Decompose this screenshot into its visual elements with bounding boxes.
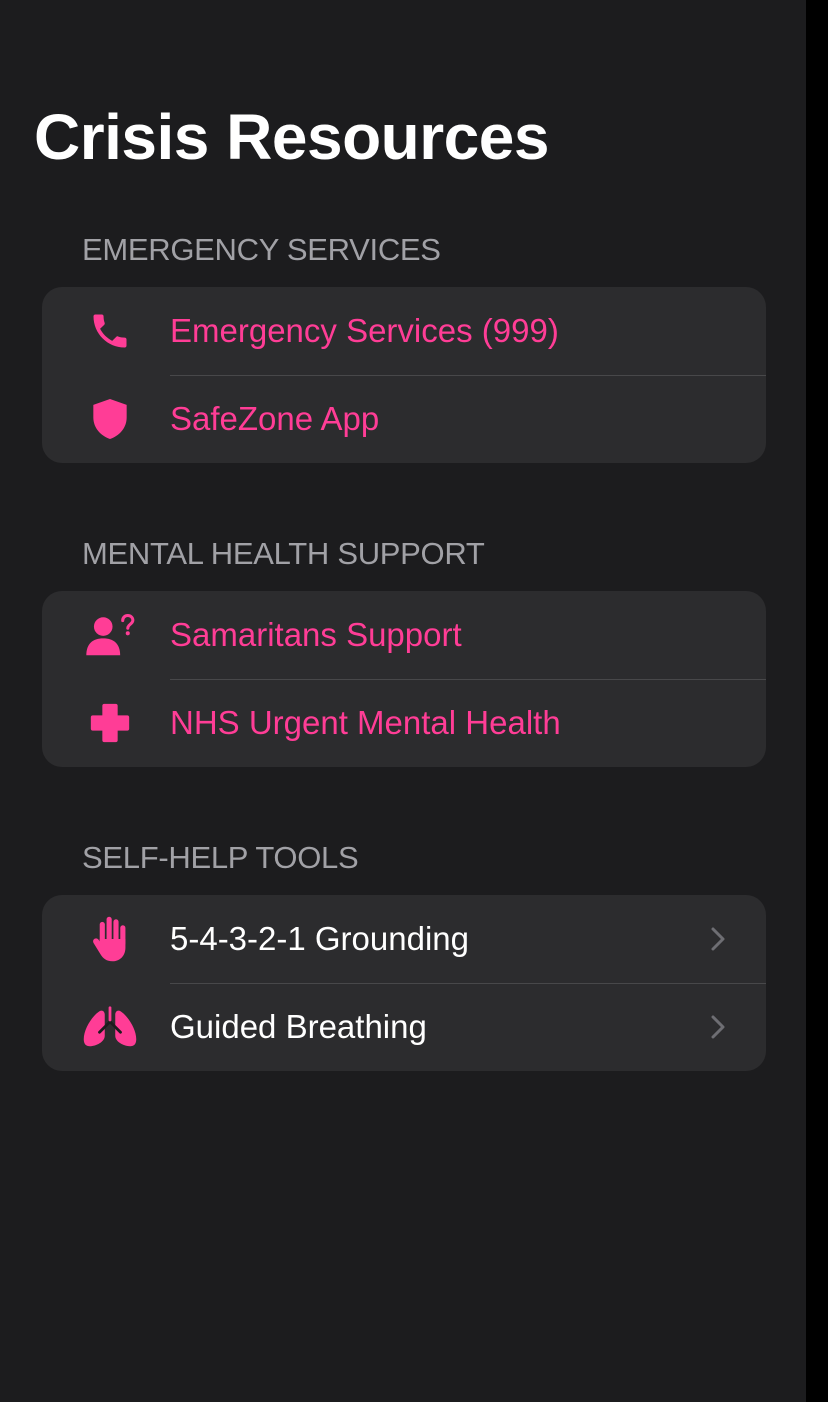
grounding-row[interactable]: 5-4-3-2-1 Grounding — [42, 895, 766, 983]
guided-breathing-label: Guided Breathing — [170, 1008, 427, 1045]
grounding-label: 5-4-3-2-1 Grounding — [170, 920, 469, 957]
chevron-right-icon — [708, 1013, 728, 1041]
person-question-icon — [82, 613, 138, 657]
section-header-emergency-services: EMERGENCY SERVICES — [82, 232, 441, 267]
medical-cross-icon — [82, 701, 138, 745]
lungs-icon — [82, 1005, 138, 1049]
nhs-urgent-mental-health-label: NHS Urgent Mental Health — [170, 704, 561, 741]
section-header-mental-health-support: MENTAL HEALTH SUPPORT — [82, 536, 485, 571]
self-help-tools-group: 5-4-3-2-1 Grounding Guided Breathing — [42, 895, 766, 1071]
screen: Crisis Resources EMERGENCY SERVICES Emer… — [0, 0, 806, 1402]
nhs-urgent-mental-health-row[interactable]: NHS Urgent Mental Health — [42, 679, 766, 767]
section-header-self-help-tools: SELF-HELP TOOLS — [82, 840, 359, 875]
shield-icon — [82, 397, 138, 441]
phone-icon — [82, 309, 138, 353]
samaritans-support-row[interactable]: Samaritans Support — [42, 591, 766, 679]
safezone-app-row[interactable]: SafeZone App — [42, 375, 766, 463]
emergency-services-999-label: Emergency Services (999) — [170, 312, 559, 349]
page-title: Crisis Resources — [34, 101, 549, 173]
samaritans-support-label: Samaritans Support — [170, 616, 462, 653]
mental-health-support-group: Samaritans Support NHS Urgent Mental Hea… — [42, 591, 766, 767]
hand-icon — [82, 916, 138, 962]
emergency-services-group: Emergency Services (999) SafeZone App — [42, 287, 766, 463]
chevron-right-icon — [708, 925, 728, 953]
emergency-services-999-row[interactable]: Emergency Services (999) — [42, 287, 766, 375]
safezone-app-label: SafeZone App — [170, 400, 380, 437]
guided-breathing-row[interactable]: Guided Breathing — [42, 983, 766, 1071]
screen-edge — [806, 0, 828, 1402]
